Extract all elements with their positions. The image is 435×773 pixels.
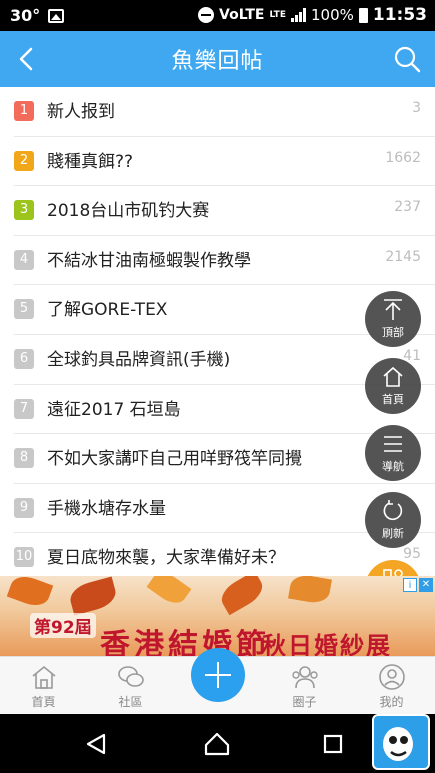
- add-post-button[interactable]: [191, 648, 245, 702]
- reply-count: 3: [412, 100, 421, 116]
- image-notification-icon: [48, 8, 65, 23]
- ad-badge-text: 第92屆: [30, 613, 96, 638]
- volte-text: VoLTE: [219, 7, 265, 23]
- rank-badge: 8: [14, 448, 34, 469]
- chat-bubbles-icon: [118, 666, 144, 687]
- arrow-up-icon: [384, 299, 402, 320]
- system-nav-bar: [0, 714, 435, 773]
- leaf-decoration: [216, 576, 268, 616]
- home-tab-icon: [32, 665, 56, 689]
- reply-count: 1662: [385, 149, 421, 166]
- group-icon: [292, 666, 318, 689]
- signal-icon: [290, 8, 306, 22]
- post-title: 夏日底物來襲，大家準備好未？: [47, 548, 285, 569]
- battery-text: 100%: [310, 6, 354, 24]
- leaf-decoration: [288, 576, 332, 606]
- menu-lines-icon: [384, 436, 402, 452]
- refresh-icon: [383, 500, 403, 521]
- tab-home[interactable]: 首頁: [0, 657, 87, 715]
- home-icon: [383, 366, 403, 387]
- navigation-fab-label: 導航: [382, 460, 404, 473]
- rank-badge: 4: [14, 249, 34, 270]
- nav-recents-icon[interactable]: [322, 733, 344, 755]
- post-row[interactable]: 4 不結冰甘油南極蝦製作教學 2145: [14, 236, 435, 286]
- ad-headline-text: 香港結婚節: [100, 628, 270, 656]
- search-icon[interactable]: [393, 45, 421, 73]
- lte-text: LTE: [269, 10, 286, 20]
- rank-badge: 5: [14, 299, 34, 320]
- app-header: 魚樂回帖: [0, 31, 435, 87]
- leaf-decoration: [67, 576, 119, 616]
- clock-text: 11:53: [372, 5, 427, 25]
- back-to-top-label: 頂部: [382, 326, 404, 339]
- post-title: 全球釣具品牌資訊(手機): [47, 349, 231, 370]
- post-title: 了解GORE-TEX: [47, 300, 168, 321]
- reply-count: 2145: [385, 248, 421, 265]
- rank-badge: 3: [14, 200, 34, 221]
- user-icon: [379, 664, 405, 690]
- tab-circle[interactable]: 圈子: [261, 657, 348, 715]
- rank-badge: 6: [14, 348, 34, 369]
- post-title: 不結冰甘油南極蝦製作教學: [47, 250, 251, 271]
- temperature-text: 30°: [10, 6, 41, 25]
- ad-subheadline-text: 秋日婚紗展: [262, 632, 392, 656]
- tab-circle-label: 圈子: [292, 695, 317, 709]
- rank-badge: 7: [14, 398, 34, 419]
- reply-count: 95: [403, 546, 421, 563]
- post-row[interactable]: 2 賤種真餌?? 1662: [14, 137, 435, 187]
- refresh-fab-label: 刷新: [382, 527, 404, 540]
- battery-icon: [358, 7, 368, 23]
- post-title: 遠征2017 石垣島: [47, 399, 181, 420]
- do-not-disturb-icon: [198, 7, 215, 23]
- tab-home-label: 首頁: [31, 695, 56, 709]
- rank-badge: 1: [14, 101, 34, 121]
- tab-mine[interactable]: 我的: [348, 657, 435, 715]
- tab-mine-label: 我的: [379, 695, 404, 709]
- nav-home-icon[interactable]: [204, 732, 230, 756]
- back-to-top-button[interactable]: 頂部: [365, 291, 421, 347]
- home-fab-button[interactable]: 首頁: [365, 358, 421, 414]
- refresh-fab-button[interactable]: 刷新: [365, 492, 421, 548]
- navigation-fab-button[interactable]: 導航: [365, 425, 421, 481]
- tab-community[interactable]: 社區: [87, 657, 174, 715]
- post-row[interactable]: 1 新人报到 3: [14, 87, 435, 137]
- rank-badge: 9: [14, 497, 34, 518]
- post-title: 2018台山市矶钓大赛: [47, 201, 210, 222]
- ad-info-icon[interactable]: i: [403, 578, 417, 592]
- home-fab-label: 首頁: [382, 393, 404, 406]
- leaf-decoration: [146, 576, 192, 609]
- ad-banner[interactable]: 第92屆 香港結婚節 秋日婚紗展 i ✕: [0, 576, 435, 656]
- mascot-icon[interactable]: [372, 714, 430, 770]
- tab-community-label: 社區: [118, 695, 143, 709]
- post-title: 不如大家講吓自己用咩野筏竿同攪: [47, 449, 302, 470]
- post-title: 賤種真餌??: [47, 151, 134, 172]
- rank-badge: 10: [14, 547, 34, 568]
- page-title: 魚樂回帖: [171, 49, 264, 74]
- post-title: 新人报到: [47, 102, 115, 122]
- rank-badge: 2: [14, 150, 34, 171]
- ad-close-icon[interactable]: ✕: [419, 578, 433, 592]
- post-row[interactable]: 3 2018台山市矶钓大赛 237: [14, 186, 435, 236]
- post-title: 手機水塘存水量: [47, 498, 166, 519]
- reply-count: 237: [394, 199, 421, 216]
- status-bar: 30° VoLTE LTE 100% 11:53: [0, 0, 435, 31]
- leaf-decoration: [6, 576, 54, 611]
- nav-back-icon[interactable]: [84, 732, 108, 756]
